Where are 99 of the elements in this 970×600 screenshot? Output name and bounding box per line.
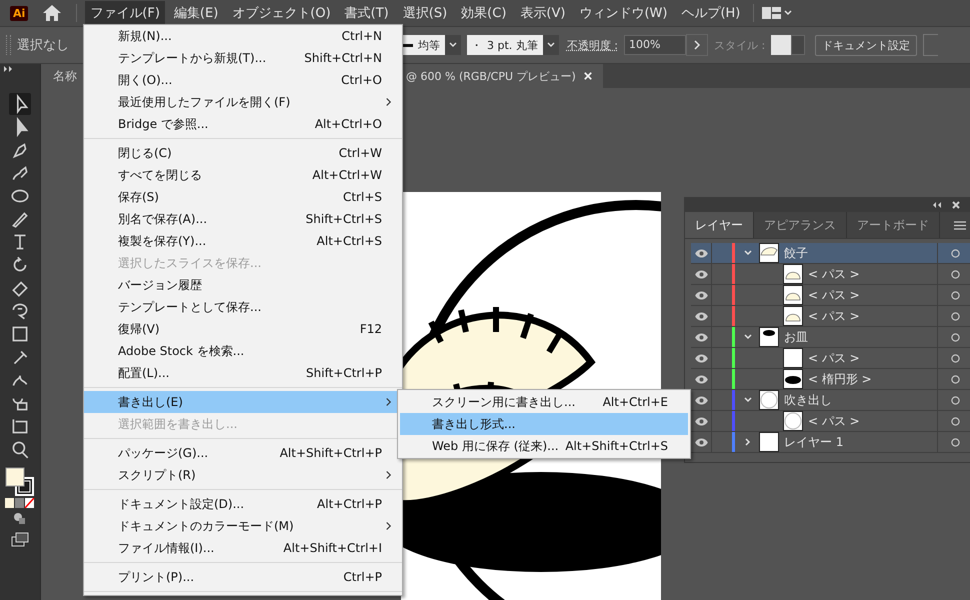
menu-item[interactable]: 効果(C) (456, 1, 512, 25)
layer-name: お皿 (784, 328, 809, 346)
target-circle-icon[interactable] (950, 374, 960, 384)
eye-icon[interactable] (694, 396, 708, 404)
layer-row[interactable]: 吹き出し (691, 390, 970, 411)
chevron-right-icon (385, 521, 392, 531)
target-circle-icon[interactable] (950, 332, 960, 342)
menu-item[interactable]: Adobe Stock を検索... (84, 340, 402, 362)
sublayer-row[interactable]: < パス > (691, 306, 970, 327)
eye-icon[interactable] (694, 332, 708, 342)
eye-icon[interactable] (694, 290, 708, 300)
eye-icon[interactable] (694, 248, 708, 258)
panel-tab[interactable]: レイヤー (685, 212, 754, 238)
style-dropdown[interactable] (771, 35, 806, 55)
chevron-right-icon (385, 470, 392, 480)
chevron-icon[interactable] (743, 437, 753, 447)
document-setup-button[interactable]: ドキュメント設定 (815, 34, 918, 56)
target-circle-icon[interactable] (950, 416, 960, 426)
fill-stroke-icon[interactable] (5, 467, 35, 497)
menu-item[interactable]: 閉じる(C) Ctrl+W (84, 142, 402, 164)
chevron-right-icon (385, 97, 392, 107)
menu-item[interactable]: ファイル情報(I)... Alt+Shift+Ctrl+I (84, 537, 402, 559)
chevron-icon[interactable] (743, 248, 753, 258)
expand-icon[interactable] (4, 66, 14, 72)
close-icon[interactable] (952, 201, 960, 209)
menu-item[interactable]: プリント(P)... Ctrl+P (84, 566, 402, 588)
menu-icon[interactable] (954, 220, 966, 230)
menu-item[interactable]: 配置(L)... Shift+Ctrl+P (84, 362, 402, 384)
target-circle-icon[interactable] (950, 290, 960, 300)
chevron-icon[interactable] (743, 332, 753, 342)
target-circle-icon[interactable] (950, 438, 960, 446)
menu-item[interactable]: Bridge で参照... Alt+Ctrl+O (84, 113, 402, 135)
layer-name: レイヤー 1 (784, 434, 844, 450)
eye-icon[interactable] (694, 354, 708, 362)
layer-name: < パス > (808, 350, 861, 366)
menu-item[interactable]: 選択(S) (398, 1, 452, 25)
menu-item[interactable]: 編集(E) (168, 1, 224, 25)
menu-item[interactable]: 表示(V) (515, 1, 570, 25)
app-logo[interactable]: Ai (10, 6, 28, 20)
sublayer-row[interactable]: < パス > (691, 348, 970, 369)
layer-name: < パス > (808, 266, 861, 282)
brush-dropdown[interactable]: ・ 3 pt. 丸筆 (467, 35, 559, 55)
menu-item[interactable]: ドキュメントのカラーモード(M) (84, 515, 402, 537)
menu-item[interactable]: 開く(O)... Ctrl+O (84, 69, 402, 91)
layer-name: < 楕円形 > (808, 370, 873, 388)
sublayer-row[interactable]: < パス > (691, 264, 970, 285)
eye-icon[interactable] (694, 374, 708, 384)
layer-row[interactable]: レイヤー 1 (691, 432, 970, 453)
menu-item[interactable]: ファイル(F) (85, 1, 165, 25)
menu-item[interactable]: バージョン履歴 (84, 274, 402, 296)
collapse-panel-icon[interactable] (932, 202, 942, 208)
caret-icon[interactable] (542, 35, 559, 55)
eye-icon[interactable] (694, 416, 708, 426)
target-circle-icon[interactable] (950, 396, 960, 404)
layer-name: 餃子 (784, 244, 809, 262)
menu-item[interactable]: スクリーン用に書き出し... Alt+Ctrl+E (400, 391, 688, 413)
menu-item[interactable]: 別名で保存(A)... Shift+Ctrl+S (84, 208, 402, 230)
eye-icon[interactable] (694, 312, 708, 320)
menu-item[interactable]: 復帰(V) F12 (84, 318, 402, 340)
opacity-label[interactable]: 不透明度 : (566, 38, 618, 52)
layer-name: < パス > (808, 308, 861, 324)
eye-icon[interactable] (694, 270, 708, 278)
menu-item[interactable]: オブジェクト(O) (227, 1, 336, 25)
menu-item[interactable]: スクリプト(R) (84, 464, 402, 486)
menu-item[interactable]: すべてを閉じる Alt+Ctrl+W (84, 164, 402, 186)
layer-name: < パス > (808, 412, 861, 430)
target-circle-icon[interactable] (950, 248, 960, 258)
target-circle-icon[interactable] (950, 312, 960, 320)
target-circle-icon[interactable] (950, 354, 960, 362)
menu-item[interactable]: ウィンドウ(W) (574, 1, 672, 25)
opacity-field[interactable]: 100% (624, 35, 686, 55)
menu-item[interactable]: テンプレートとして保存... (84, 296, 402, 318)
menu-item[interactable]: 保存(S) Ctrl+S (84, 186, 402, 208)
menu-item[interactable]: ドキュメント設定(D)... Alt+Ctrl+P (84, 493, 402, 515)
chevron-right-icon (385, 397, 392, 407)
menu-item[interactable]: 最近使用したファイルを開く(F) (84, 91, 402, 113)
eye-icon[interactable] (694, 438, 708, 446)
caret-icon[interactable] (445, 35, 461, 55)
layer-name: 吹き出し (784, 392, 833, 408)
layer-row[interactable]: お皿 (691, 327, 970, 348)
target-circle-icon[interactable] (950, 270, 960, 278)
layer-name: < パス > (808, 286, 861, 304)
layer-row[interactable]: 餃子 (691, 243, 970, 264)
chevron-right-icon[interactable] (686, 34, 708, 56)
sublayer-row[interactable]: < 楕円形 > (691, 369, 970, 390)
menu-item[interactable]: 書式(T) (340, 1, 394, 25)
sublayer-row[interactable]: < パス > (691, 411, 970, 432)
color-mode-icon[interactable] (5, 498, 35, 508)
menu-item[interactable]: 複製を保存(Y)... Alt+Ctrl+S (84, 230, 402, 252)
workspace-layout-icon[interactable] (762, 7, 792, 19)
home-icon[interactable] (42, 4, 62, 22)
style-label: スタイル : (714, 38, 766, 52)
menu-item[interactable]: Web 用に保存 (従来)... Alt+Shift+Ctrl+S (400, 435, 688, 457)
menu-item[interactable]: ヘルプ(H) (676, 1, 746, 25)
sublayer-row[interactable]: < パス > (691, 285, 970, 306)
selection-status: 選択なし (17, 37, 69, 54)
menu-item[interactable]: 書き出し形式... (400, 413, 688, 435)
chevron-icon[interactable] (743, 395, 753, 405)
tool-icon[interactable] (9, 93, 31, 115)
